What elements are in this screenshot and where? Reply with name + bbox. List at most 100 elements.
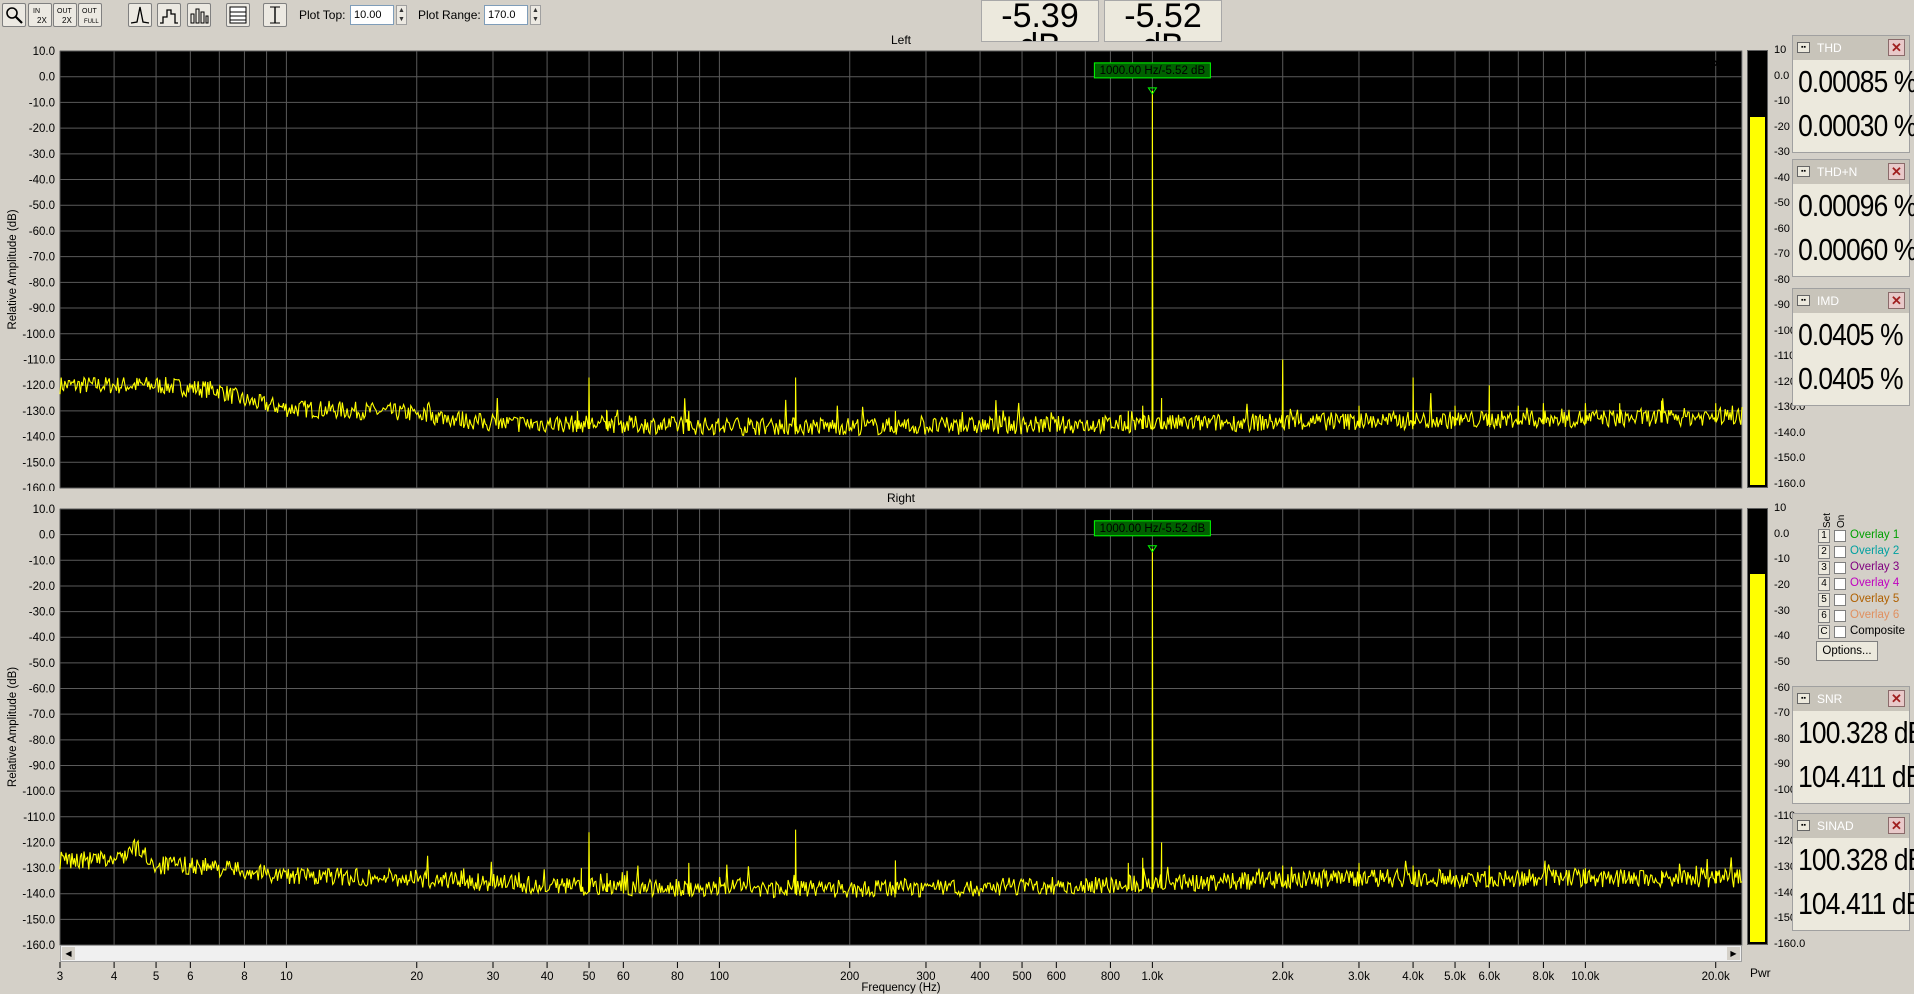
overlay-label: Composite — [1850, 625, 1905, 637]
y-tick-label: -80.0 — [29, 277, 55, 289]
table-view-button[interactable] — [226, 3, 250, 27]
left-spectrum-plot[interactable]: 10.0 0.0 -10.0 -20.0 -30.0 -40.0 -50.0 -60.0 -70… — [0, 46, 1744, 491]
zoom-in-2x-button[interactable]: IN 2X — [28, 3, 52, 27]
left-power-meter-fill — [1750, 116, 1765, 485]
thd-n-left-value: 0.00096 % — [1798, 188, 1914, 223]
meter-scale-label: -40 — [1774, 630, 1790, 643]
overlay-set-button[interactable]: 6 — [1818, 609, 1830, 623]
overlay-on-checkbox[interactable] — [1834, 626, 1846, 638]
overlay-on-checkbox[interactable] — [1834, 578, 1846, 590]
scroll-left-arrow-icon[interactable]: ◀ — [62, 947, 75, 960]
y-tick-label: -70.0 — [29, 709, 55, 721]
cursor-icon — [270, 6, 280, 24]
panel-menu-icon[interactable]: ▪▪ — [1797, 693, 1810, 704]
overlay-set-button[interactable]: 4 — [1818, 577, 1830, 591]
bar-graph-button[interactable] — [187, 3, 211, 27]
overlay-row-1: 1 Overlay 1 — [1814, 529, 1914, 545]
plot-range-input[interactable] — [484, 5, 528, 25]
x-tick-label: 3.0k — [1348, 971, 1370, 983]
cursor-button[interactable] — [263, 3, 287, 27]
panel-title: THD — [1817, 41, 1842, 55]
panel-title: SINAD — [1817, 819, 1854, 833]
x-axis-label: Frequency (Hz) — [861, 982, 940, 994]
meter-scale-label: 10 — [1774, 502, 1787, 514]
y-tick-label: -130.0 — [22, 406, 55, 418]
peak-graph-icon — [130, 6, 150, 24]
y-tick-label: -10.0 — [29, 97, 55, 109]
x-tick-label: 400 — [970, 971, 989, 983]
zoom-out-full-button[interactable]: OUT FULL — [78, 3, 102, 27]
zoom-button[interactable] — [2, 3, 26, 27]
panel-menu-icon[interactable]: ▪▪ — [1797, 820, 1810, 831]
y-tick-label: 10.0 — [33, 504, 55, 516]
overlay-set-button[interactable]: 1 — [1818, 529, 1830, 543]
panel-menu-icon[interactable]: ▪▪ — [1797, 42, 1810, 53]
x-tick-label: 20.0k — [1702, 971, 1730, 983]
y-tick-label: -90.0 — [29, 760, 55, 772]
out-full-icon: OUT FULL — [82, 8, 99, 25]
y-tick-label: -70.0 — [29, 252, 55, 264]
overlay-on-checkbox[interactable] — [1834, 530, 1846, 542]
overlay-set-button[interactable]: 3 — [1818, 561, 1830, 575]
overlay-on-checkbox[interactable] — [1834, 546, 1846, 558]
options-button[interactable]: Options... — [1816, 641, 1878, 661]
step-graph-button[interactable] — [157, 3, 181, 27]
close-icon[interactable]: ✕ — [1888, 39, 1905, 56]
snr-right-value: 104.411 dB — [1798, 759, 1914, 794]
plot-range-spinner[interactable]: ▲ ▼ — [530, 5, 541, 25]
phs-logo: PHS — [1710, 60, 1734, 72]
overlay-label: Overlay 2 — [1850, 545, 1900, 557]
close-icon[interactable]: ✕ — [1888, 292, 1905, 309]
y-tick-label: -120.0 — [22, 380, 55, 392]
y-tick-label: -160.0 — [22, 483, 55, 491]
plot-top-input[interactable] — [350, 5, 394, 25]
plot-horizontal-scrollbar[interactable]: ◀ ▶ — [60, 945, 1742, 962]
close-icon[interactable]: ✕ — [1888, 817, 1905, 834]
overlay-label: Overlay 4 — [1850, 577, 1900, 589]
overlay-set-button[interactable]: C — [1818, 625, 1830, 639]
y-tick-label: -80.0 — [29, 735, 55, 747]
thd-n-panel: ▪▪ THD+N ✕ 0.00096 % 0.00060 % — [1792, 159, 1914, 277]
y-tick-label: 10.0 — [33, 46, 55, 58]
x-tick-label: 6 — [187, 971, 193, 983]
overlay-row-C: C Composite — [1814, 625, 1914, 641]
panel-title: IMD — [1817, 294, 1839, 308]
y-tick-label: -50.0 — [29, 658, 55, 670]
x-tick-label: 8 — [241, 971, 247, 983]
close-icon[interactable]: ✕ — [1888, 690, 1905, 707]
x-tick-label: 60 — [617, 971, 630, 983]
right-spectrum-plot[interactable]: 10.0 0.0 -10.0 -20.0 -30.0 -40.0 -50.0 -60.0 -70… — [0, 504, 1744, 994]
y-tick-label: -50.0 — [29, 200, 55, 212]
y-tick-label: -100.0 — [22, 786, 55, 798]
panel-menu-icon[interactable]: ▪▪ — [1797, 295, 1810, 306]
scroll-right-arrow-icon[interactable]: ▶ — [1727, 947, 1740, 960]
x-tick-label: 50 — [583, 971, 596, 983]
svg-text:IN: IN — [33, 8, 40, 15]
overlay-on-checkbox[interactable] — [1834, 562, 1846, 574]
plot-top-label: Plot Top: — [299, 8, 346, 22]
overlay-on-checkbox[interactable] — [1834, 610, 1846, 622]
meter-scale-label: -20 — [1774, 578, 1790, 591]
line-graph-button[interactable] — [128, 3, 152, 27]
overlay-row-3: 3 Overlay 3 — [1814, 561, 1914, 577]
imd-panel: ▪▪ IMD ✕ 0.0405 % 0.0405 % — [1792, 288, 1910, 406]
overlay-set-button[interactable]: 2 — [1818, 545, 1830, 559]
y-tick-label: -60.0 — [29, 226, 55, 238]
overlay-set-button[interactable]: 5 — [1818, 593, 1830, 607]
meter-scale-label: -140.0 — [1774, 426, 1806, 439]
x-tick-label: 8.0k — [1533, 971, 1555, 983]
y-tick-label: -40.0 — [29, 175, 55, 187]
y-tick-label: -110.0 — [23, 812, 55, 824]
snr-panel: ▪▪ SNR ✕ 100.328 dB 104.411 dB — [1792, 686, 1914, 804]
imd-left-value: 0.0405 % — [1798, 317, 1903, 352]
x-tick-label: 80 — [671, 971, 684, 983]
close-icon[interactable]: ✕ — [1888, 163, 1905, 180]
x-tick-label: 4 — [111, 971, 118, 983]
table-icon — [229, 6, 247, 24]
plot-top-spinner[interactable]: ▲ ▼ — [396, 5, 407, 25]
peak-marker-label: 1000.00 Hz/-5.52 dB — [1093, 62, 1211, 79]
panel-menu-icon[interactable]: ▪▪ — [1797, 166, 1810, 177]
zoom-out-2x-button[interactable]: OUT 2X — [53, 3, 77, 27]
svg-text:2X: 2X — [37, 16, 47, 25]
overlay-on-checkbox[interactable] — [1834, 594, 1846, 606]
